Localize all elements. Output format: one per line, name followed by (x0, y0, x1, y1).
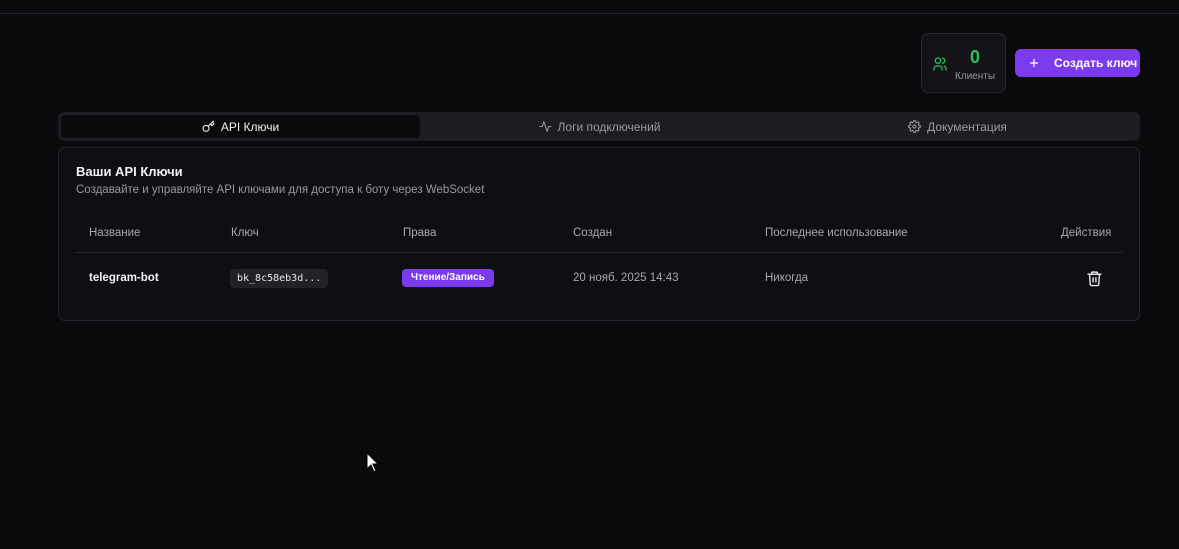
tab-api-keys-label: API Ключи (220, 119, 280, 134)
plus-icon (1029, 58, 1039, 68)
clients-label: Клиенты (954, 71, 996, 82)
users-icon (933, 57, 947, 71)
card-subtitle: Создавайте и управляйте API ключами для … (76, 184, 485, 196)
column-header-key: Ключ (231, 227, 259, 239)
tab-api-keys[interactable]: API Ключи (61, 115, 420, 138)
key-name: telegram-bot (89, 272, 159, 284)
created-date: 20 нояб. 2025 14:43 (573, 272, 679, 284)
key-icon (202, 120, 215, 132)
column-header-created: Создан (573, 227, 613, 239)
gear-icon (908, 120, 922, 133)
column-header-last-used: Последнее использование (765, 227, 908, 239)
column-header-actions: Действия (1061, 227, 1112, 239)
table-header-divider (75, 252, 1123, 253)
tabs-bar: API Ключи Логи подключений Документация (58, 112, 1140, 141)
api-key-value: bk_8c58eb3d... (230, 269, 329, 288)
create-key-label: Создать ключ (1054, 56, 1138, 70)
permissions-badge: Чтение/Запись (402, 269, 494, 287)
column-header-name: Название (89, 227, 141, 239)
activity-icon (539, 121, 551, 132)
column-header-permissions: Права (403, 227, 437, 239)
trash-icon[interactable] (1086, 270, 1103, 287)
clients-count: 0 (969, 47, 980, 67)
mouse-cursor-icon (366, 452, 380, 473)
create-key-button[interactable]: Создать ключ (1015, 49, 1140, 77)
top-divider (0, 13, 1179, 14)
tab-connection-logs[interactable]: Логи подключений (420, 115, 779, 138)
clients-counter-card: 0 Клиенты (921, 33, 1006, 93)
tab-documentation[interactable]: Документация (778, 115, 1137, 138)
card-title: Ваши API Ключи (76, 164, 183, 179)
api-keys-card: Ваши API Ключи Создавайте и управляйте A… (58, 147, 1140, 321)
last-used: Никогда (765, 272, 809, 284)
tab-connection-logs-label: Логи подключений (557, 119, 661, 134)
tab-documentation-label: Документация (927, 119, 1007, 134)
